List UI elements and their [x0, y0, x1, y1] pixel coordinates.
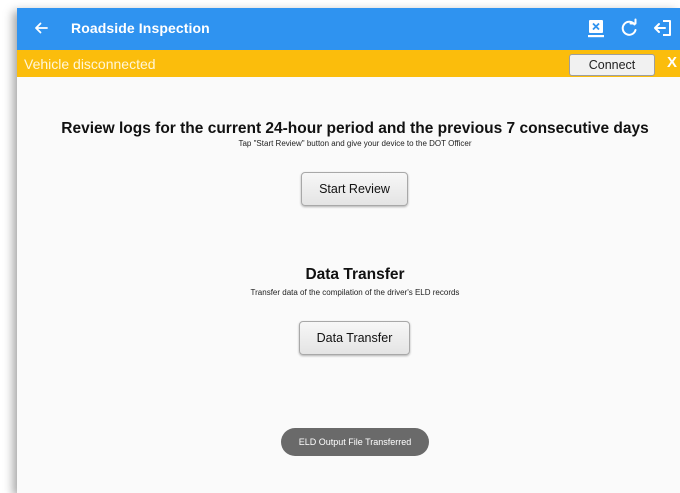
banner-close-button[interactable]: X: [667, 54, 677, 71]
review-heading: Review logs for the current 24-hour peri…: [61, 120, 649, 137]
data-transfer-button[interactable]: Data Transfer: [299, 321, 410, 355]
data-transfer-heading: Data Transfer: [305, 266, 405, 283]
app-bar: Roadside Inspection: [17, 8, 680, 50]
data-transfer-description: Transfer data of the compilation of the …: [250, 288, 460, 297]
review-instructions: Tap "Start Review" button and give your …: [238, 139, 472, 148]
vehicle-status-banner: Vehicle disconnected Connect X: [17, 50, 680, 77]
toast-message: ELD Output File Transferred: [281, 428, 429, 456]
back-arrow-icon[interactable]: [31, 17, 51, 39]
start-review-button[interactable]: Start Review: [301, 172, 408, 206]
exit-icon[interactable]: [652, 17, 674, 39]
page-title: Roadside Inspection: [71, 20, 210, 36]
refresh-icon[interactable]: [618, 17, 640, 39]
app-window: Roadside Inspection Vehicle disconnected…: [17, 8, 680, 493]
connect-button[interactable]: Connect: [569, 54, 655, 76]
close-box-icon[interactable]: [585, 17, 607, 39]
vehicle-status-text: Vehicle disconnected: [24, 56, 156, 72]
